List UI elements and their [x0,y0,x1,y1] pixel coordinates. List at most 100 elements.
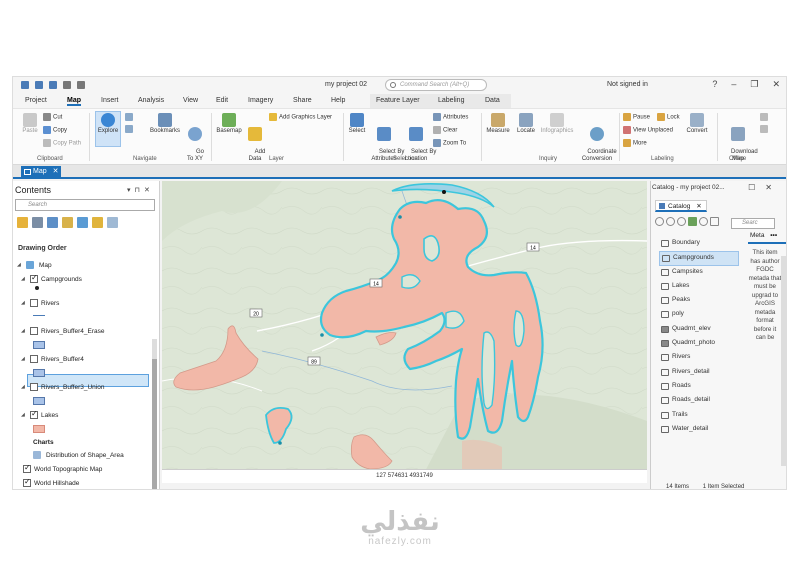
close-icon[interactable]: ✕ [772,79,780,90]
polygon-symbol[interactable] [33,397,45,405]
catalog-item[interactable]: Roads_detail [659,394,739,408]
copy-path-button[interactable]: Copy Path [43,139,81,148]
cut-button[interactable]: Cut [43,113,62,122]
visibility-checkbox[interactable] [30,327,38,335]
campground-point[interactable] [398,215,402,219]
catalog-search-input[interactable]: Searc [731,218,775,229]
list-by-selection-icon[interactable] [47,217,58,228]
tab-catalog[interactable]: Catalog ✕ [655,200,707,212]
point-symbol[interactable] [35,286,39,290]
scrollbar-thumb[interactable] [152,359,157,489]
tab-metadata[interactable]: Meta ••• [748,232,786,244]
list-by-editing-icon[interactable] [62,217,73,228]
campground-point[interactable] [278,441,282,445]
tab-project[interactable]: Project [25,97,47,104]
pause-labeling-button[interactable]: Pause [623,113,650,122]
polygon-symbol[interactable] [33,369,45,377]
metadata-scrollbar[interactable] [781,256,786,466]
previous-extent-icon[interactable] [125,124,133,133]
redo-icon[interactable] [77,81,85,89]
back-icon[interactable] [655,217,664,226]
locate-button[interactable]: Locate [515,113,537,135]
catalog-item[interactable]: Boundary [659,237,739,251]
list-by-drawing-order-icon[interactable] [17,217,28,228]
tab-feature-layer[interactable]: Feature Layer [376,97,420,104]
sort-icon[interactable] [710,217,719,226]
tab-insert[interactable]: Insert [101,97,119,104]
contents-scrollbar[interactable] [152,339,157,489]
copy-button[interactable]: Copy [43,126,67,135]
new-project-icon[interactable] [21,81,29,89]
coordinate-conversion-button[interactable]: Coordinate Conversion [577,113,617,170]
lock-labeling-button[interactable]: Lock [657,113,680,122]
close-tab-icon[interactable]: ✕ [53,168,59,175]
go-to-xy-button[interactable]: Go To XY [185,113,205,170]
sign-in-status[interactable]: Not signed in [607,81,648,88]
layer-map[interactable]: ◢ Map [17,261,52,269]
catalog-item[interactable]: Lakes [659,280,739,294]
tab-help[interactable]: Help [331,97,345,104]
layer-rivers-buffer3-union[interactable]: ◢ Rivers_Buffer3_Union [21,383,104,391]
select-button[interactable]: Select [347,113,367,135]
tab-analysis[interactable]: Analysis [138,97,164,104]
close-pane-icon[interactable]: ✕ [144,187,154,194]
catalog-item[interactable]: poly [659,308,739,322]
tab-imagery[interactable]: Imagery [248,97,273,104]
catalog-item[interactable]: Quadmt_photo [659,337,739,351]
forward-icon[interactable] [666,217,675,226]
explore-button[interactable]: Explore [97,113,119,135]
tab-view[interactable]: View [183,97,198,104]
list-by-snapping-icon[interactable] [77,217,88,228]
tab-map[interactable]: Map [67,97,81,106]
tab-data[interactable]: Data [485,97,500,104]
layer-rivers[interactable]: ◢ Rivers [21,299,59,307]
campground-point[interactable] [320,333,324,337]
visibility-checkbox[interactable] [23,477,31,487]
catalog-item[interactable]: Peaks [659,294,739,308]
collapse-triangle-icon[interactable]: ◢ [21,276,27,282]
line-symbol[interactable] [33,315,45,316]
bookmarks-button[interactable]: Bookmarks [147,113,183,135]
collapse-triangle-icon[interactable]: ◢ [21,328,27,334]
collapse-triangle-icon[interactable]: ◢ [21,384,27,390]
collapse-triangle-icon[interactable]: ◢ [21,412,27,418]
layer-rivers-buffer4-erase[interactable]: ◢ Rivers_Buffer4_Erase [21,327,104,335]
undo-icon[interactable] [63,81,71,89]
map-catalog-icon[interactable] [688,217,697,226]
catalog-item[interactable]: Roads [659,380,739,394]
refresh-icon[interactable] [699,217,708,226]
clear-selection-button[interactable]: Clear [433,126,457,135]
restore-icon[interactable]: ☐ [748,183,765,192]
collapse-triangle-icon[interactable]: ◢ [17,262,23,268]
collapse-triangle-icon[interactable]: ◢ [21,300,27,306]
catalog-item[interactable]: Rivers_detail [659,366,739,380]
layer-campgrounds[interactable]: ◢ Campgrounds [21,273,82,283]
close-pane-icon[interactable]: ✕ [765,183,782,192]
polygon-symbol[interactable] [33,341,45,349]
save-icon[interactable] [49,81,57,89]
list-by-perspective-icon[interactable] [107,217,118,228]
tab-map-view[interactable]: Map ✕ [21,166,61,179]
catalog-item[interactable]: Water_detail [659,423,739,437]
full-extent-icon[interactable] [125,113,133,121]
visibility-checkbox[interactable] [30,299,38,307]
catalog-item[interactable]: Rivers [659,351,739,365]
sync-icon[interactable] [760,113,768,121]
visibility-checkbox[interactable] [30,355,38,363]
visibility-checkbox[interactable] [30,409,38,419]
infographics-button[interactable]: Infographics [539,113,575,135]
chart-distribution-of-shape-area[interactable]: Distribution of Shape_Area [33,451,124,459]
measure-button[interactable]: Measure [485,113,511,135]
add-graphics-layer-button[interactable]: Add Graphics Layer [269,113,332,122]
visibility-checkbox[interactable] [30,273,38,283]
layer-lakes[interactable]: ◢ Lakes [21,409,58,419]
paste-button[interactable]: Paste [19,113,41,135]
convert-button[interactable]: Convert [685,113,709,135]
visibility-checkbox[interactable] [23,463,31,473]
add-data-button[interactable]: Add Data [245,113,265,170]
view-unplaced-button[interactable]: View Unplaced [623,126,673,135]
more-options-icon[interactable]: ••• [770,232,777,239]
catalog-item[interactable]: Trails [659,409,739,423]
layer-world-hillshade[interactable]: World Hillshade [23,477,79,487]
map-canvas[interactable]: 14 14 20 89 [162,181,647,477]
